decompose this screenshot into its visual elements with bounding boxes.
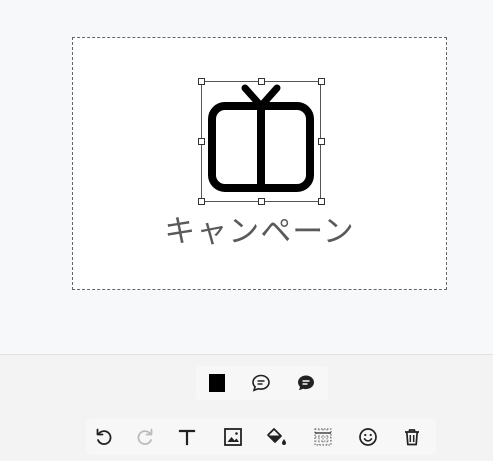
emoji-icon <box>359 428 377 446</box>
artboard[interactable]: キャンペーン <box>72 37 447 290</box>
speech-bubble-filled-button[interactable] <box>292 369 320 397</box>
speech-bubble-outline-button[interactable] <box>247 369 275 397</box>
image-icon <box>224 428 242 446</box>
resize-handle-ne[interactable] <box>318 78 325 85</box>
resize-handle-s[interactable] <box>258 198 265 205</box>
delete-icon <box>405 429 419 446</box>
resize-handle-n[interactable] <box>258 78 265 85</box>
undo-icon <box>96 428 112 445</box>
canvas-area: キャンペーン <box>0 0 493 354</box>
text-icon <box>178 429 196 446</box>
delete-button[interactable] <box>398 423 426 451</box>
color-swatch-button[interactable] <box>203 369 231 397</box>
resize-handle-e[interactable] <box>318 138 325 145</box>
color-swatch <box>209 374 225 392</box>
fill-icon <box>267 428 286 445</box>
text-tool-button[interactable] <box>173 423 201 451</box>
resize-handle-nw[interactable] <box>198 78 205 85</box>
background-pattern-button[interactable] <box>309 423 337 451</box>
speech-bubble-filled-icon <box>298 375 314 391</box>
caption-text[interactable]: キャンペーン <box>73 206 446 251</box>
emoji-button[interactable] <box>354 423 382 451</box>
undo-button[interactable] <box>90 423 118 451</box>
fill-tool-button[interactable] <box>263 423 291 451</box>
style-bar <box>196 366 328 400</box>
resize-handle-w[interactable] <box>198 138 205 145</box>
speech-bubble-outline-icon <box>252 374 270 392</box>
toolbar-panel <box>0 354 493 461</box>
resize-handle-sw[interactable] <box>198 198 205 205</box>
image-tool-button[interactable] <box>219 423 247 451</box>
selection-box <box>201 81 321 202</box>
redo-button[interactable] <box>131 423 159 451</box>
redo-icon <box>137 428 153 445</box>
main-toolbar <box>86 419 436 455</box>
resize-handle-se[interactable] <box>318 198 325 205</box>
background-pattern-icon <box>314 428 332 446</box>
